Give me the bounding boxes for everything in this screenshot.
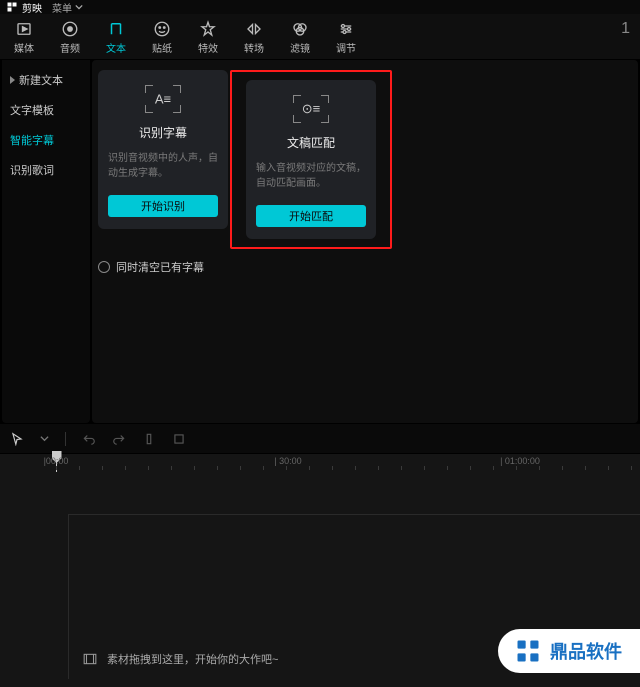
tool-transition[interactable]: 转场: [240, 20, 268, 55]
tool-filter[interactable]: 滤镜: [286, 20, 314, 55]
tool-sticker[interactable]: 贴纸: [148, 20, 176, 55]
ruler-label: | 30:00: [274, 456, 301, 466]
divider: [65, 432, 66, 446]
watermark-text: 鼎品软件: [550, 638, 622, 664]
sidebar-item-smartsub[interactable]: 智能字幕: [10, 130, 82, 150]
sidebar: 新建文本 文字模板 智能字幕 识别歌词: [2, 60, 90, 423]
ruler-label: |00:00: [44, 456, 69, 466]
tool-adjust[interactable]: 调节: [332, 20, 360, 55]
app-name: 剪映: [22, 0, 42, 15]
cursor-icon[interactable]: [10, 432, 24, 446]
card-recognize-desc: 识别音视频中的人声，自动生成字幕。: [108, 151, 218, 181]
redo-icon[interactable]: [112, 432, 126, 446]
cards-row: A≡ 识别字幕 识别音视频中的人声，自动生成字幕。 开始识别 ⊙≡: [98, 70, 632, 249]
timeline[interactable]: |00:00 | 30:00 | 01:00:00 素材拖拽到这里，开始你的大作吧~…: [0, 453, 640, 687]
cursor-dropdown-icon[interactable]: [40, 434, 49, 443]
timeline-ruler[interactable]: |00:00 | 30:00 | 01:00:00: [0, 454, 640, 470]
highlight-frame: ⊙≡ 文稿匹配 输入音视频对应的文稿，自动匹配画面。 开始匹配: [230, 70, 392, 249]
chevron-down-icon: [75, 3, 83, 11]
tool-audio[interactable]: 音频: [56, 20, 84, 55]
transition-icon: [245, 20, 263, 38]
tool-text[interactable]: 文本: [102, 20, 130, 55]
tool-media[interactable]: 媒体: [10, 20, 38, 55]
audio-icon: [61, 20, 79, 38]
ruler-label: | 01:00:00: [500, 456, 540, 466]
card-match: ⊙≡ 文稿匹配 输入音视频对应的文稿，自动匹配画面。 开始匹配: [246, 80, 376, 239]
drop-hint: 素材拖拽到这里，开始你的大作吧~: [83, 651, 278, 667]
content-area: 新建文本 文字模板 智能字幕 识别歌词 A≡ 识别字幕 识别音视频中的人声，自动…: [0, 60, 640, 423]
checkbox-label: 同时清空已有字幕: [116, 259, 204, 275]
card-match-desc: 输入音视频对应的文稿，自动匹配画面。: [256, 161, 366, 191]
sidebar-item-newtext[interactable]: 新建文本: [10, 70, 82, 90]
effects-icon: [199, 20, 217, 38]
undo-icon[interactable]: [82, 432, 96, 446]
panel-area: A≡ 识别字幕 识别音视频中的人声，自动生成字幕。 开始识别 ⊙≡: [92, 60, 638, 423]
clip-icon: [83, 653, 97, 665]
adjust-icon: [337, 20, 355, 38]
checkbox-icon[interactable]: [98, 261, 110, 273]
menu-dropdown[interactable]: 菜单: [52, 0, 83, 15]
match-button[interactable]: 开始匹配: [256, 205, 366, 227]
filter-icon: [291, 20, 309, 38]
titlebar: 剪映 菜单: [0, 0, 640, 14]
split-icon[interactable]: [142, 432, 156, 446]
watermark-badge: 鼎品软件: [498, 629, 640, 673]
card-match-title: 文稿匹配: [287, 134, 335, 151]
card-recognize-title: 识别字幕: [139, 124, 187, 141]
main-toolbar: 媒体 音频 文本 贴纸 特效 转场 滤镜 调节 1: [0, 14, 640, 60]
card-recognize: A≡ 识别字幕 识别音视频中的人声，自动生成字幕。 开始识别: [98, 70, 228, 229]
media-icon: [15, 20, 33, 38]
delete-icon[interactable]: [172, 432, 186, 446]
clear-subtitles-row[interactable]: 同时清空已有字幕: [98, 259, 632, 275]
tool-effects[interactable]: 特效: [194, 20, 222, 55]
sidebar-item-lyrics[interactable]: 识别歌词: [10, 160, 82, 180]
page-indicator: 1: [621, 20, 630, 38]
match-icon: ⊙≡: [291, 94, 331, 124]
sidebar-item-template[interactable]: 文字模板: [10, 100, 82, 120]
app-logo: 剪映: [6, 0, 42, 15]
text-icon: [107, 20, 125, 38]
recognize-icon: A≡: [143, 84, 183, 114]
menu-label: 菜单: [52, 0, 72, 15]
watermark-logo-icon: [514, 637, 542, 665]
recognize-button[interactable]: 开始识别: [108, 195, 218, 217]
timeline-toolbar: [0, 423, 640, 453]
sticker-icon: [153, 20, 171, 38]
